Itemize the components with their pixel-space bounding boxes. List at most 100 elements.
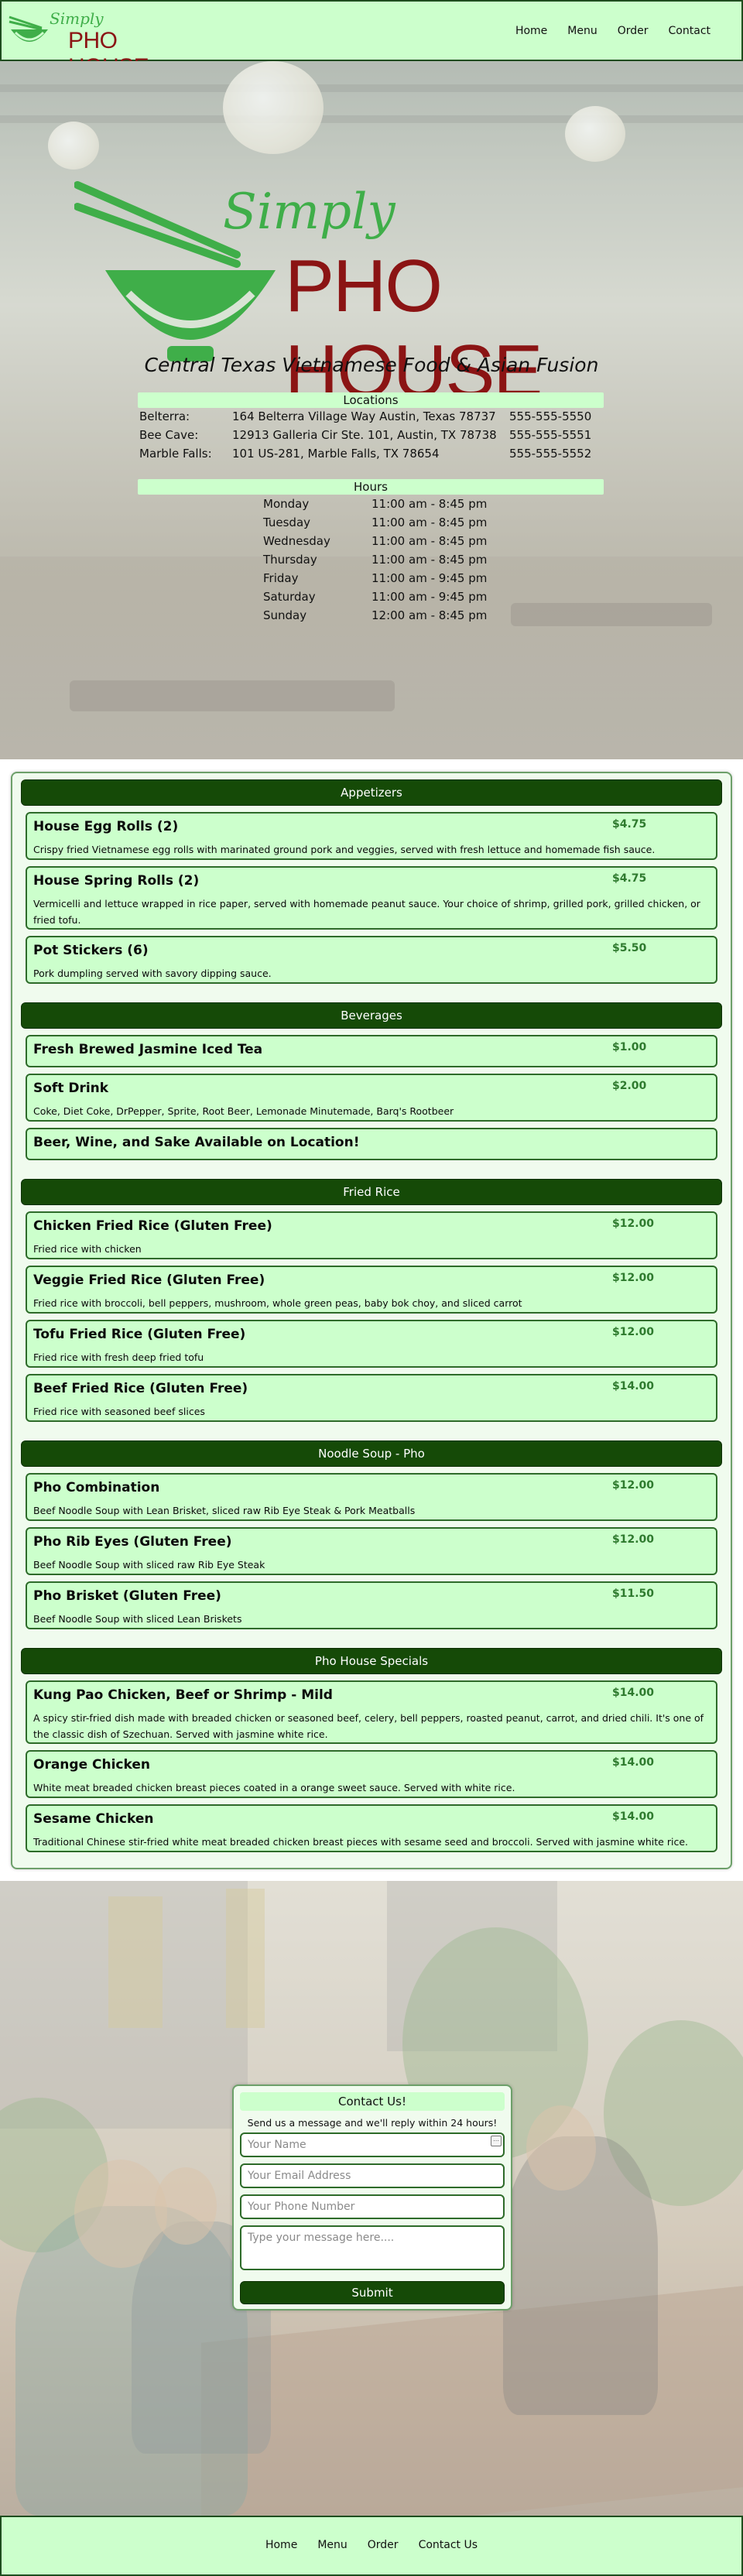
location-row: Belterra: 164 Belterra Village Way Austi… bbox=[139, 409, 604, 428]
menu-item[interactable]: Pot Stickers (6) $5.50 Pork dumpling ser… bbox=[26, 936, 717, 984]
menu-item-name: House Spring Rolls (2) bbox=[33, 873, 200, 889]
hero-section: Simply PHO HOUSE Central Texas Vietnames… bbox=[0, 61, 743, 759]
location-name: Marble Falls: bbox=[139, 447, 212, 461]
hours-row: Saturday 11:00 am - 9:45 pm bbox=[263, 590, 495, 608]
footer-nav-contact-us[interactable]: Contact Us bbox=[419, 2539, 478, 2551]
hours-time: 11:00 am - 9:45 pm bbox=[372, 590, 488, 604]
menu-item[interactable]: Chicken Fried Rice (Gluten Free) $12.00 … bbox=[26, 1211, 717, 1259]
phone-input[interactable] bbox=[240, 2194, 505, 2219]
location-address: 101 US-281, Marble Falls, TX 78654 bbox=[232, 447, 440, 461]
location-name: Belterra: bbox=[139, 409, 190, 423]
hours-day: Thursday bbox=[263, 553, 317, 567]
menu-item[interactable]: Beef Fried Rice (Gluten Free) $14.00 Fri… bbox=[26, 1374, 717, 1422]
email-input[interactable] bbox=[240, 2163, 505, 2188]
menu-item[interactable]: Sesame Chicken $14.00 Traditional Chines… bbox=[26, 1804, 717, 1852]
logo-simply-text: Simply bbox=[50, 9, 104, 28]
menu-section: Appetizers House Egg Rolls (2) $4.75 Cri… bbox=[11, 772, 732, 1869]
location-phone[interactable]: 555-555-5552 bbox=[509, 447, 591, 461]
autofill-icon[interactable]: ⋯ bbox=[491, 2136, 502, 2146]
menu-item-price: $5.50 bbox=[612, 942, 647, 954]
footer: Home Menu Order Contact Us bbox=[0, 2516, 743, 2576]
menu-item-price: $14.00 bbox=[612, 1380, 655, 1392]
menu-item-name: Veggie Fried Rice (Gluten Free) bbox=[33, 1273, 265, 1288]
menu-item[interactable]: Pho Combination $12.00 Beef Noodle Soup … bbox=[26, 1473, 717, 1521]
menu-item-price: $11.50 bbox=[612, 1588, 655, 1600]
hours-time: 11:00 am - 8:45 pm bbox=[372, 553, 488, 567]
message-textarea[interactable] bbox=[240, 2225, 505, 2270]
contact-form: Contact Us! Send us a message and we'll … bbox=[232, 2084, 512, 2311]
hours-time: 11:00 am - 9:45 pm bbox=[372, 571, 488, 585]
pho-bowl-icon bbox=[9, 15, 48, 42]
menu-item-description: Beef Noodle Soup with Lean Brisket, slic… bbox=[33, 1505, 416, 1516]
menu-item[interactable]: House Egg Rolls (2) $4.75 Crispy fried V… bbox=[26, 812, 717, 860]
location-phone[interactable]: 555-555-5551 bbox=[509, 428, 591, 442]
menu-section-heading: Fried Rice bbox=[21, 1179, 722, 1205]
hours-row: Friday 11:00 am - 9:45 pm bbox=[263, 571, 495, 590]
menu-item[interactable]: House Spring Rolls (2) $4.75 Vermicelli … bbox=[26, 866, 717, 930]
menu-item-description: A spicy stir-fried dish made with breade… bbox=[33, 1712, 704, 1740]
menu-item-price: $14.00 bbox=[612, 1810, 655, 1823]
menu-item[interactable]: Soft Drink $2.00 Coke, Diet Coke, DrPepp… bbox=[26, 1074, 717, 1122]
nav-order[interactable]: Order bbox=[618, 25, 649, 37]
location-name: Bee Cave: bbox=[139, 428, 199, 442]
nav-contact[interactable]: Contact bbox=[669, 25, 710, 37]
menu-item-name: Orange Chicken bbox=[33, 1757, 150, 1773]
hours-day: Sunday bbox=[263, 608, 307, 622]
nav-menu[interactable]: Menu bbox=[567, 25, 597, 37]
main-nav: Home Menu Order Contact bbox=[515, 25, 710, 37]
contact-subtitle: Send us a message and we'll reply within… bbox=[247, 2117, 498, 2129]
menu-item[interactable]: Pho Rib Eyes (Gluten Free) $12.00 Beef N… bbox=[26, 1527, 717, 1575]
hours-day: Monday bbox=[263, 497, 310, 511]
menu-item-name: House Egg Rolls (2) bbox=[33, 819, 179, 834]
hours-day: Friday bbox=[263, 571, 299, 585]
menu-item[interactable]: Orange Chicken $14.00 White meat breaded… bbox=[26, 1750, 717, 1798]
site-logo[interactable]: Simply PHO HOUSE bbox=[8, 6, 193, 80]
menu-item-name: Beef Fried Rice (Gluten Free) bbox=[33, 1381, 248, 1396]
menu-item-name: Pho Brisket (Gluten Free) bbox=[33, 1588, 221, 1604]
hours-row: Sunday 12:00 am - 8:45 pm bbox=[263, 608, 495, 627]
menu-item-price: $12.00 bbox=[612, 1533, 655, 1546]
menu-item[interactable]: Kung Pao Chicken, Beef or Shrimp - Mild … bbox=[26, 1680, 717, 1744]
locations-heading: Locations bbox=[138, 392, 604, 408]
menu-item-description: Fried rice with seasoned beef slices bbox=[33, 1406, 205, 1417]
menu-item-name: Chicken Fried Rice (Gluten Free) bbox=[33, 1218, 272, 1234]
menu-item-description: Traditional Chinese stir-fried white mea… bbox=[33, 1836, 688, 1848]
menu-item[interactable]: Fresh Brewed Jasmine Iced Tea $1.00 bbox=[26, 1035, 717, 1067]
hero-simply-text: Simply bbox=[223, 183, 395, 241]
submit-button[interactable]: Submit bbox=[240, 2281, 505, 2304]
footer-nav-menu[interactable]: Menu bbox=[317, 2539, 347, 2551]
menu-item-price: $12.00 bbox=[612, 1479, 655, 1492]
menu-item-name: Pot Stickers (6) bbox=[33, 943, 149, 958]
hours-row: Thursday 11:00 am - 8:45 pm bbox=[263, 553, 495, 571]
footer-nav-home[interactable]: Home bbox=[265, 2539, 297, 2551]
location-address: 12913 Galleria Cir Ste. 101, Austin, TX … bbox=[232, 428, 497, 442]
menu-item-description: Beef Noodle Soup with sliced Lean Briske… bbox=[33, 1613, 242, 1625]
name-input[interactable] bbox=[240, 2132, 505, 2157]
location-phone[interactable]: 555-555-5550 bbox=[509, 409, 591, 423]
hero-pho-house-text: PHO HOUSE bbox=[285, 245, 543, 413]
hours-day: Tuesday bbox=[263, 516, 311, 529]
nav-home[interactable]: Home bbox=[515, 25, 547, 37]
menu-item-description: Crispy fried Vietnamese egg rolls with m… bbox=[33, 844, 656, 855]
menu-item-name: Kung Pao Chicken, Beef or Shrimp - Mild bbox=[33, 1687, 333, 1703]
footer-nav-order[interactable]: Order bbox=[368, 2539, 399, 2551]
menu-item[interactable]: Beer, Wine, and Sake Available on Locati… bbox=[26, 1128, 717, 1160]
location-address: 164 Belterra Village Way Austin, Texas 7… bbox=[232, 409, 496, 423]
menu-item-name: Soft Drink bbox=[33, 1081, 109, 1096]
menu-item-description: Coke, Diet Coke, DrPepper, Sprite, Root … bbox=[33, 1105, 454, 1117]
menu-item[interactable]: Tofu Fried Rice (Gluten Free) $12.00 Fri… bbox=[26, 1320, 717, 1368]
menu-item[interactable]: Veggie Fried Rice (Gluten Free) $12.00 F… bbox=[26, 1266, 717, 1314]
contact-title: Contact Us! bbox=[240, 2092, 505, 2111]
menu-item-description: Fried rice with chicken bbox=[33, 1243, 142, 1255]
menu-section-heading: Beverages bbox=[21, 1002, 722, 1029]
menu-item-description: Pork dumpling served with savory dipping… bbox=[33, 968, 272, 979]
hours-time: 11:00 am - 8:45 pm bbox=[372, 497, 488, 511]
menu-item-price: $1.00 bbox=[612, 1041, 647, 1053]
menu-item[interactable]: Pho Brisket (Gluten Free) $11.50 Beef No… bbox=[26, 1581, 717, 1629]
menu-item-name: Tofu Fried Rice (Gluten Free) bbox=[33, 1327, 246, 1342]
menu-item-description: Fried rice with fresh deep fried tofu bbox=[33, 1351, 204, 1363]
menu-item-description: Fried rice with broccoli, bell peppers, … bbox=[33, 1297, 522, 1309]
menu-item-name: Pho Combination bbox=[33, 1480, 160, 1495]
hours-heading: Hours bbox=[138, 479, 604, 495]
hours-time: 11:00 am - 8:45 pm bbox=[372, 516, 488, 529]
